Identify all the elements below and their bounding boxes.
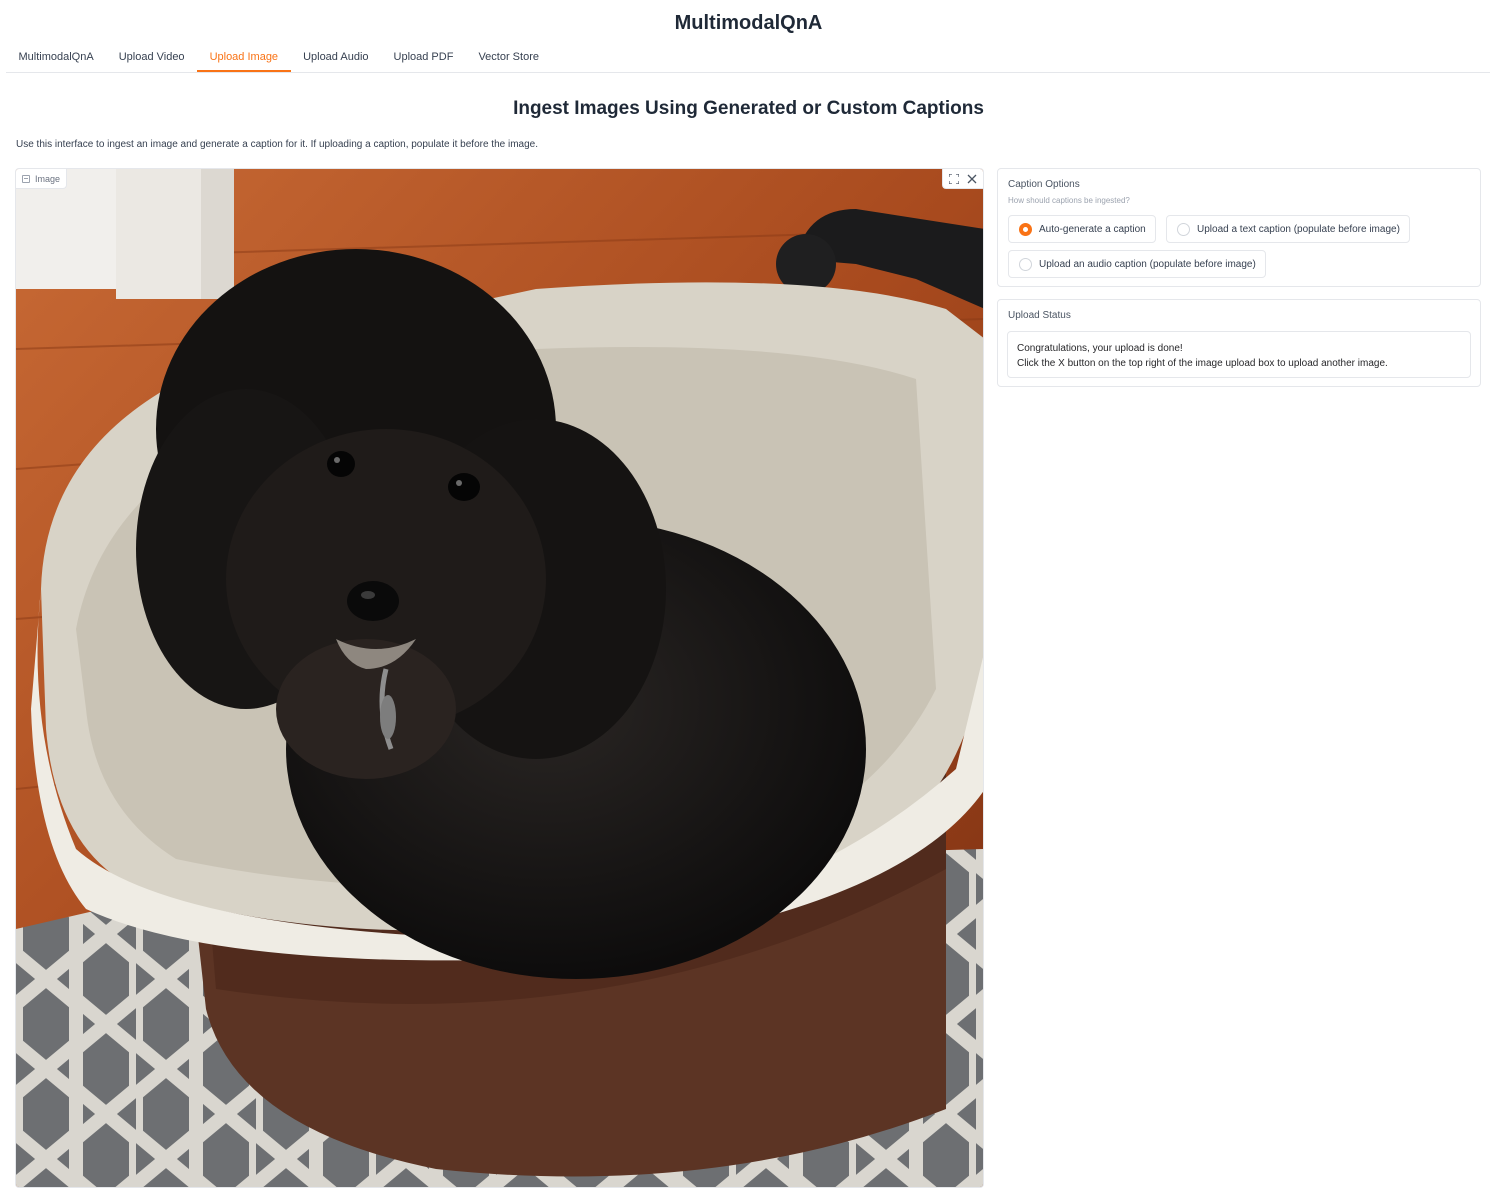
tab-upload-video[interactable]: Upload Video	[106, 43, 197, 72]
uploaded-image	[16, 169, 983, 1187]
status-line-1: Congratulations, your upload is done!	[1017, 343, 1183, 354]
radio-unchecked-icon	[1019, 257, 1032, 271]
intro-text: Use this interface to ingest an image an…	[16, 139, 539, 150]
tab-upload-image[interactable]: Upload Image	[197, 43, 291, 72]
radio-text-caption[interactable]: Upload a text caption (populate before i…	[1166, 215, 1410, 243]
image-upload-box[interactable]: Image	[15, 168, 984, 1188]
page-heading: Ingest Images Using Generated or Custom …	[513, 98, 984, 119]
close-icon[interactable]	[964, 171, 980, 187]
radio-checked-icon	[1019, 222, 1032, 236]
status-line-2: Click the X button on the top right of t…	[1017, 358, 1388, 369]
radio-auto-generate[interactable]: Auto-generate a caption	[1008, 215, 1156, 243]
radio-audio-caption[interactable]: Upload an audio caption (populate before…	[1008, 250, 1266, 278]
caption-options-title: Caption Options	[1008, 179, 1080, 190]
tab-upload-audio[interactable]: Upload Audio	[291, 43, 381, 72]
image-controls	[942, 169, 983, 189]
tab-upload-pdf[interactable]: Upload PDF	[381, 43, 466, 72]
fullscreen-icon[interactable]	[946, 171, 962, 187]
tab-multimodalqna[interactable]: MultimodalQnA	[6, 43, 106, 72]
caption-options-panel: Caption Options How should captions be i…	[997, 168, 1481, 287]
radio-unchecked-icon	[1177, 222, 1190, 236]
caption-options-info: How should captions be ingested?	[1008, 196, 1130, 205]
app-title: MultimodalQnA	[674, 12, 823, 34]
image-label-text: Image	[35, 173, 61, 184]
upload-status-panel: Upload Status Congratulations, your uplo…	[997, 299, 1481, 387]
radio-label: Upload a text caption (populate before i…	[1197, 223, 1400, 235]
image-label: Image	[16, 169, 68, 189]
radio-label: Auto-generate a caption	[1039, 223, 1146, 235]
image-icon	[22, 174, 30, 183]
radio-label: Upload an audio caption (populate before…	[1039, 258, 1256, 270]
upload-status-title: Upload Status	[1008, 310, 1071, 321]
tab-bar: MultimodalQnA Upload Video Upload Image …	[6, 44, 1490, 73]
tab-vector-store[interactable]: Vector Store	[466, 43, 552, 72]
upload-status-textbox: Congratulations, your upload is done! Cl…	[1007, 331, 1471, 378]
